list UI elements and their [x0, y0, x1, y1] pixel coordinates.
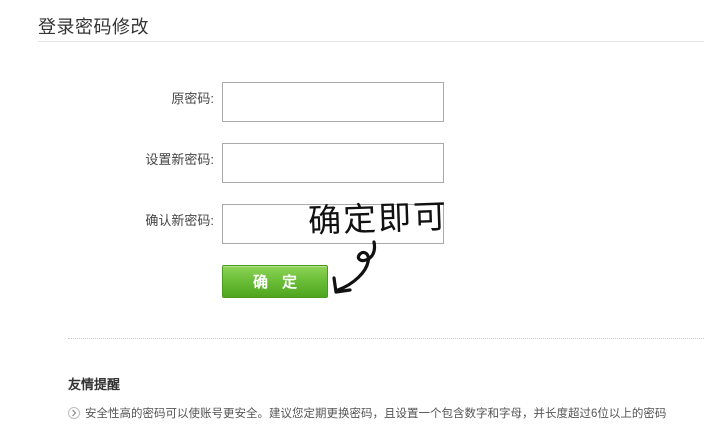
new-password-label: 设置新密码: — [145, 152, 214, 167]
new-password-row: 设置新密码: — [0, 143, 704, 187]
new-password-input[interactable] — [222, 143, 444, 183]
tips-text: 安全性高的密码可以使账号更安全。建议您定期更换密码，且设置一个包含数字和字母，并… — [85, 408, 667, 420]
old-password-input[interactable] — [222, 82, 444, 122]
old-password-label: 原密码: — [171, 91, 214, 106]
tips-list-item: 安全性高的密码可以使账号更安全。建议您定期更换密码，且设置一个包含数字和字母，并… — [68, 404, 666, 422]
old-password-row: 原密码: — [0, 82, 704, 126]
curved-arrow-icon — [332, 240, 377, 294]
chevron-right-circle-icon — [68, 407, 80, 419]
confirm-password-label: 确认新密码: — [145, 213, 214, 228]
section-divider — [68, 338, 704, 339]
change-password-page: 登录密码修改 原密码: 设置新密码: 确认新密码: 确定即可 确定 友情提醒 安… — [0, 0, 704, 440]
tips-heading: 友情提醒 — [68, 377, 121, 392]
page-title: 登录密码修改 — [38, 17, 149, 37]
annotation-text: 确定即可 — [307, 196, 449, 241]
confirm-button[interactable]: 确定 — [222, 265, 328, 298]
title-divider — [38, 41, 704, 42]
